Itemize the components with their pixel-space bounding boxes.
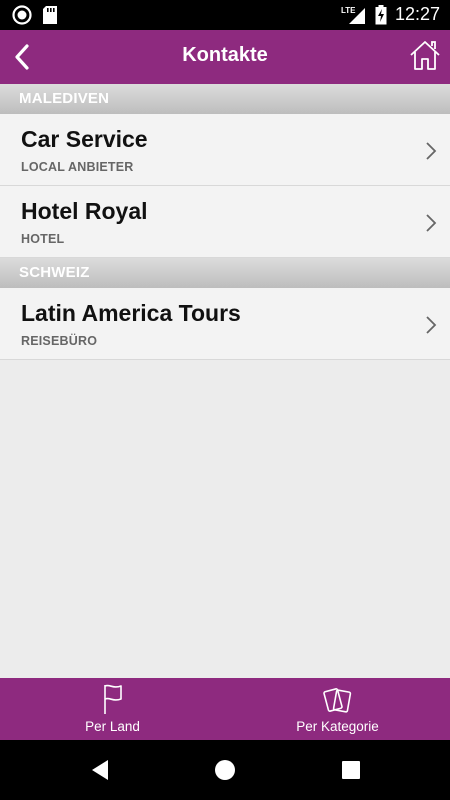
cards-icon [322,688,351,713]
contact-category: REISEBÜRO [21,334,98,348]
page-title: Kontakte [182,44,268,66]
list-item[interactable]: Car Service LOCAL ANBIETER [0,114,450,186]
home-button[interactable] [408,38,442,72]
battery-charging-icon [375,4,387,24]
contact-name: Hotel Royal [21,198,148,224]
home-circle-icon[interactable] [214,758,236,782]
contact-name: Latin America Tours [21,300,241,326]
tab-label: Per Kategorie [296,719,379,734]
section-header-switzerland: SCHWEIZ [0,258,450,288]
back-triangle-icon[interactable] [89,758,111,782]
list-item[interactable]: Latin America Tours REISEBÜRO [0,288,450,360]
tab-label: Per Land [85,719,140,734]
sd-card-icon [43,6,57,24]
contact-category: LOCAL ANBIETER [21,160,134,174]
bottom-tab-bar: Per Land Per Kategorie [0,678,450,740]
home-icon [410,41,440,70]
system-nav-bar [0,740,450,800]
status-bar: LTE 12:27 [0,0,450,30]
status-time: 12:27 [394,4,440,24]
flag-icon [103,684,122,714]
section-header-maldives: MALEDIVEN [0,84,450,114]
list-item[interactable]: Hotel Royal HOTEL [0,186,450,258]
chevron-right-icon [426,316,437,334]
contact-name: Car Service [21,126,148,152]
contact-list: MALEDIVEN Car Service LOCAL ANBIETER Hot… [0,84,450,678]
chevron-right-icon [426,142,437,160]
tab-per-kategorie[interactable]: Per Kategorie [225,678,450,740]
record-icon [12,5,32,25]
network-type-label: LTE [341,6,356,15]
app-bar: Kontakte [0,30,450,84]
tab-per-land[interactable]: Per Land [0,678,225,740]
chevron-right-icon [426,214,437,232]
recents-square-icon[interactable] [340,758,362,782]
contact-category: HOTEL [21,232,65,246]
signal-icon: LTE [341,6,365,24]
